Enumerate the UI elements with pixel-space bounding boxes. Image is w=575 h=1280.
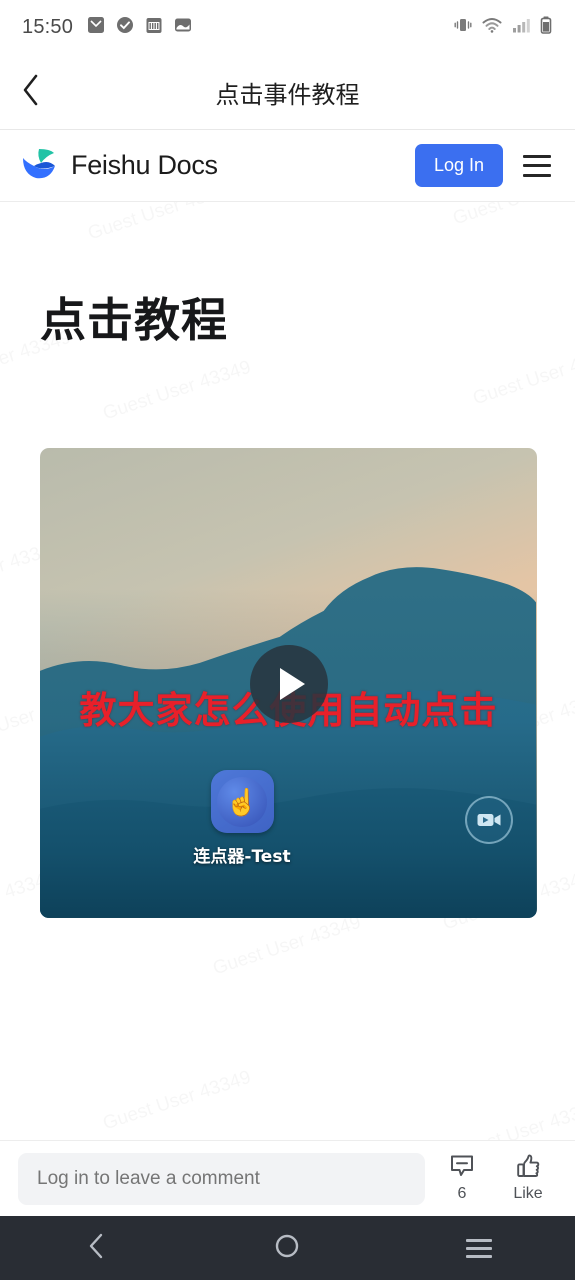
document-body: 点击教程 教大家怎么使用自动点击 ☝ 连点器-Test	[0, 202, 575, 1140]
status-bar: 15:50	[0, 0, 575, 55]
play-icon[interactable]	[249, 645, 328, 723]
app-bar: 点击事件教程	[0, 55, 575, 130]
nav-home-button[interactable]	[232, 1216, 342, 1280]
play-triangle	[279, 668, 305, 700]
like-label: Like	[513, 1185, 543, 1202]
page-title: 点击事件教程	[215, 80, 360, 109]
login-button[interactable]: Log In	[414, 144, 503, 187]
nav-back-icon	[85, 1232, 107, 1265]
brand-logo[interactable]: Feishu Docs	[20, 147, 218, 185]
hamburger-line	[523, 164, 551, 167]
status-bar-right	[453, 15, 553, 40]
comment-input[interactable]	[18, 1152, 425, 1205]
nav-recents-icon	[466, 1238, 493, 1258]
comment-count: 6	[457, 1185, 467, 1202]
chevron-left-icon	[20, 73, 42, 112]
nav-recents-line	[466, 1246, 493, 1250]
thumbs-up-icon	[515, 1154, 541, 1183]
app-shortcut-label: 连点器-Test	[193, 847, 291, 867]
comment-bar: 6 Like	[0, 1140, 575, 1216]
hamburger-line	[523, 154, 551, 158]
pointing-hand-glyph: ☝	[225, 786, 259, 817]
click-app-icon: ☝	[210, 770, 274, 833]
app-icon-inner-circle: ☝	[217, 776, 267, 827]
status-time: 15:50	[22, 16, 74, 38]
nav-back-button[interactable]	[41, 1216, 151, 1280]
site-header: Feishu Docs Log In	[0, 130, 575, 202]
signal-icon	[511, 15, 531, 40]
site-header-actions: Log In	[414, 144, 555, 187]
video-player[interactable]: 教大家怎么使用自动点击 ☝ 连点器-Test	[40, 448, 537, 918]
document-title: 点击教程	[40, 293, 228, 347]
android-nav-bar	[0, 1216, 575, 1280]
nav-recents-button[interactable]	[424, 1216, 534, 1280]
brand-name: Feishu Docs	[71, 150, 218, 180]
app-bar-back-button[interactable]	[0, 55, 62, 129]
wifi-icon	[481, 15, 503, 40]
comment-bubble-icon	[449, 1154, 475, 1183]
mail-icon	[86, 15, 106, 40]
feishu-logo-icon	[20, 147, 57, 185]
comment-count-button[interactable]: 6	[433, 1154, 491, 1203]
app-shortcut: ☝ 连点器-Test	[187, 770, 297, 867]
nav-recents-line	[466, 1238, 493, 1242]
video-camera-icon	[465, 796, 513, 844]
nav-home-icon	[274, 1233, 300, 1264]
calendar-icon	[144, 15, 164, 40]
nav-recents-line	[466, 1254, 493, 1258]
vibrate-icon	[453, 15, 473, 40]
status-bar-left: 15:50	[22, 15, 193, 40]
hamburger-line	[523, 173, 551, 177]
check-circle-icon	[115, 15, 135, 40]
battery-icon	[539, 15, 553, 40]
hamburger-menu-icon[interactable]	[523, 154, 551, 177]
like-button[interactable]: Like	[499, 1154, 557, 1203]
photo-icon	[173, 15, 193, 40]
